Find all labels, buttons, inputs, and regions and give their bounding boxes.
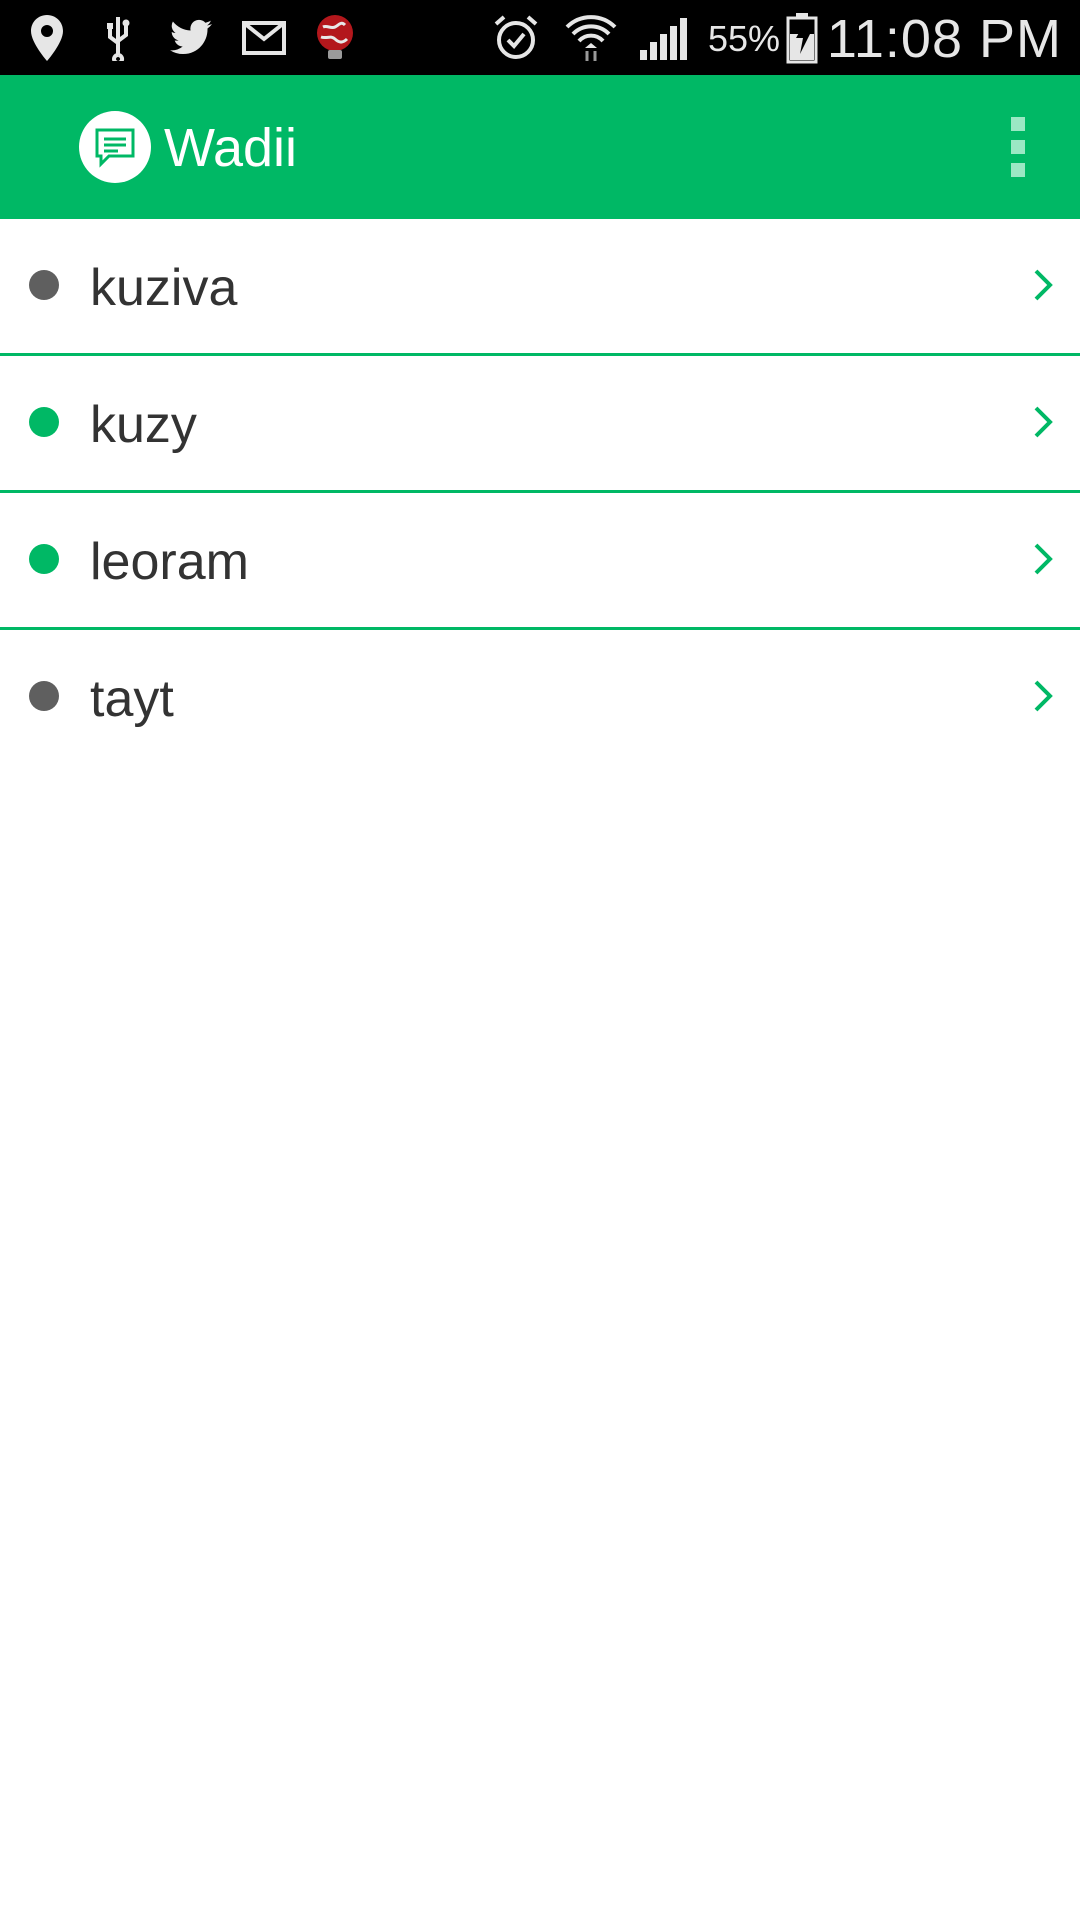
alarm-icon: [490, 0, 542, 75]
location-pin-icon: [22, 0, 72, 75]
menu-dot: [1011, 117, 1025, 131]
contact-name: kuzy: [90, 396, 197, 454]
battery-percent: 55%: [708, 18, 781, 59]
chevron-right-icon: [1034, 269, 1053, 301]
contact-row[interactable]: kuzy: [0, 356, 1080, 493]
usb-icon: [98, 0, 138, 75]
status-clock: 11:08 PM: [826, 9, 1062, 69]
contact-name: kuziva: [90, 259, 238, 317]
chevron-right-icon: [1034, 680, 1053, 712]
gmail-icon: [240, 0, 288, 75]
battery-charging-icon: [784, 0, 820, 75]
status-bar: 55% 11:08 PM: [0, 0, 1080, 75]
contact-name: leoram: [90, 533, 249, 591]
contact-name: tayt: [90, 670, 174, 728]
app-title: Wadii: [164, 118, 298, 178]
chevron-right-icon: [1034, 406, 1053, 438]
menu-dot: [1011, 163, 1025, 177]
overflow-menu-icon[interactable]: [1008, 117, 1028, 177]
chat-bubble-icon[interactable]: [79, 111, 151, 183]
contact-row[interactable]: kuziva: [0, 219, 1080, 356]
cell-signal-icon: [636, 0, 690, 75]
wifi-icon: [562, 0, 620, 75]
status-dot: [29, 544, 59, 574]
contact-list: kuziva kuzy leoram tayt: [0, 219, 1080, 764]
contact-row[interactable]: leoram: [0, 493, 1080, 630]
contact-row[interactable]: tayt: [0, 630, 1080, 764]
globe-bulb-icon: [310, 0, 360, 75]
chevron-right-icon: [1034, 543, 1053, 575]
status-dot: [29, 270, 59, 300]
menu-dot: [1011, 140, 1025, 154]
status-dot: [29, 407, 59, 437]
app-bar: Wadii: [0, 75, 1080, 219]
twitter-icon: [165, 0, 217, 75]
status-dot: [29, 681, 59, 711]
